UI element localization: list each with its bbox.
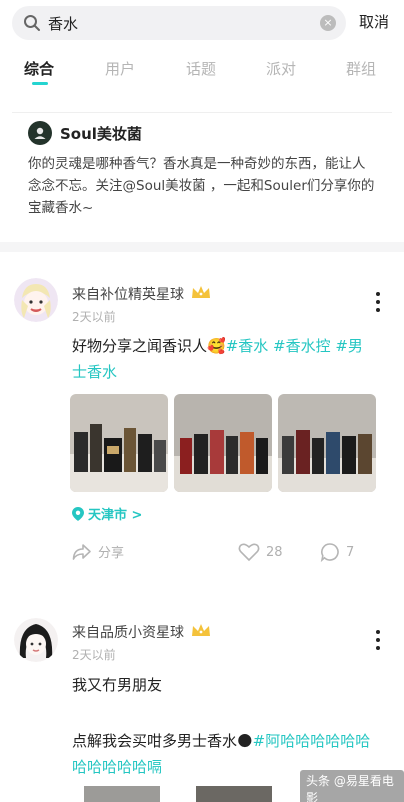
account-avatar[interactable]	[28, 121, 52, 145]
photo-thumbnail[interactable]	[84, 786, 160, 802]
tab-bar: 综合 用户 话题 派对 群组	[0, 58, 404, 88]
tab-groups[interactable]: 群组	[346, 58, 376, 79]
post-origin-label: 来自品质小资星球	[72, 625, 184, 641]
post-body-text: 点解我会买咁多男士香水🌑	[72, 732, 253, 750]
location-pin-icon	[72, 506, 84, 521]
tab-topics[interactable]: 话题	[186, 58, 216, 79]
tab-users[interactable]: 用户	[105, 58, 135, 79]
post-avatar[interactable]	[14, 618, 58, 662]
post-origin[interactable]: 来自补位精英星球	[72, 284, 212, 304]
heart-icon	[238, 543, 260, 562]
share-icon	[72, 543, 91, 560]
photo-thumbnail[interactable]	[278, 394, 376, 492]
photo-thumbnail[interactable]	[196, 786, 272, 802]
post-time: 2天以前	[72, 310, 116, 324]
photo-grid	[70, 394, 376, 492]
comment-button[interactable]: 7	[320, 542, 354, 562]
share-label: 分享	[98, 546, 125, 561]
clear-icon[interactable]: ×	[320, 15, 336, 31]
tab-parties[interactable]: 派对	[266, 58, 296, 79]
photo-thumbnail[interactable]	[174, 394, 272, 492]
more-icon[interactable]	[372, 292, 384, 312]
like-count: 28	[266, 544, 283, 560]
tab-active-indicator	[32, 82, 48, 85]
location-label: 天津市 >	[88, 508, 143, 523]
share-button[interactable]: 分享	[72, 542, 124, 561]
cancel-button[interactable]: 取消	[359, 11, 389, 32]
comment-icon	[320, 543, 339, 562]
search-input[interactable]	[48, 14, 320, 32]
post-card[interactable]: 来自补位精英星球 2天以前 好物分享之闻香识人🥰#香水 #香水控 #男士香水 天…	[0, 276, 404, 576]
crown-icon	[190, 622, 212, 642]
crown-icon	[190, 284, 212, 304]
photo-thumbnail[interactable]	[70, 394, 168, 492]
like-button[interactable]: 28	[238, 542, 283, 562]
more-icon[interactable]	[372, 630, 384, 650]
account-card[interactable]: Soul美妆菌 你的灵魂是哪种香气？香水真是一种奇妙的东西，能让人念念不忘。关注…	[12, 112, 392, 224]
post-body-text: 好物分享之闻香识人🥰	[72, 337, 226, 355]
location-tag[interactable]: 天津市 >	[72, 504, 142, 523]
post-origin[interactable]: 来自品质小资星球	[72, 622, 212, 642]
account-name[interactable]: Soul美妆菌	[60, 123, 142, 144]
post-actions: 分享 28 7	[72, 542, 382, 562]
post-avatar[interactable]	[14, 278, 58, 322]
search-bar[interactable]: ×	[12, 6, 346, 40]
tab-all[interactable]: 综合	[24, 58, 54, 79]
search-icon	[22, 13, 42, 33]
post-text: 我又冇男朋友	[72, 676, 163, 694]
watermark: 头条 @易星看电影	[300, 770, 404, 802]
comment-count: 7	[346, 544, 355, 560]
section-divider	[0, 242, 404, 252]
post-time: 2天以前	[72, 648, 116, 662]
post-origin-label: 来自补位精英星球	[72, 287, 184, 303]
account-description: 你的灵魂是哪种香气？香水真是一种奇妙的东西，能让人念念不忘。关注@Soul美妆菌…	[28, 156, 375, 216]
post-text: 好物分享之闻香识人🥰#香水 #香水控 #男士香水	[72, 333, 372, 385]
